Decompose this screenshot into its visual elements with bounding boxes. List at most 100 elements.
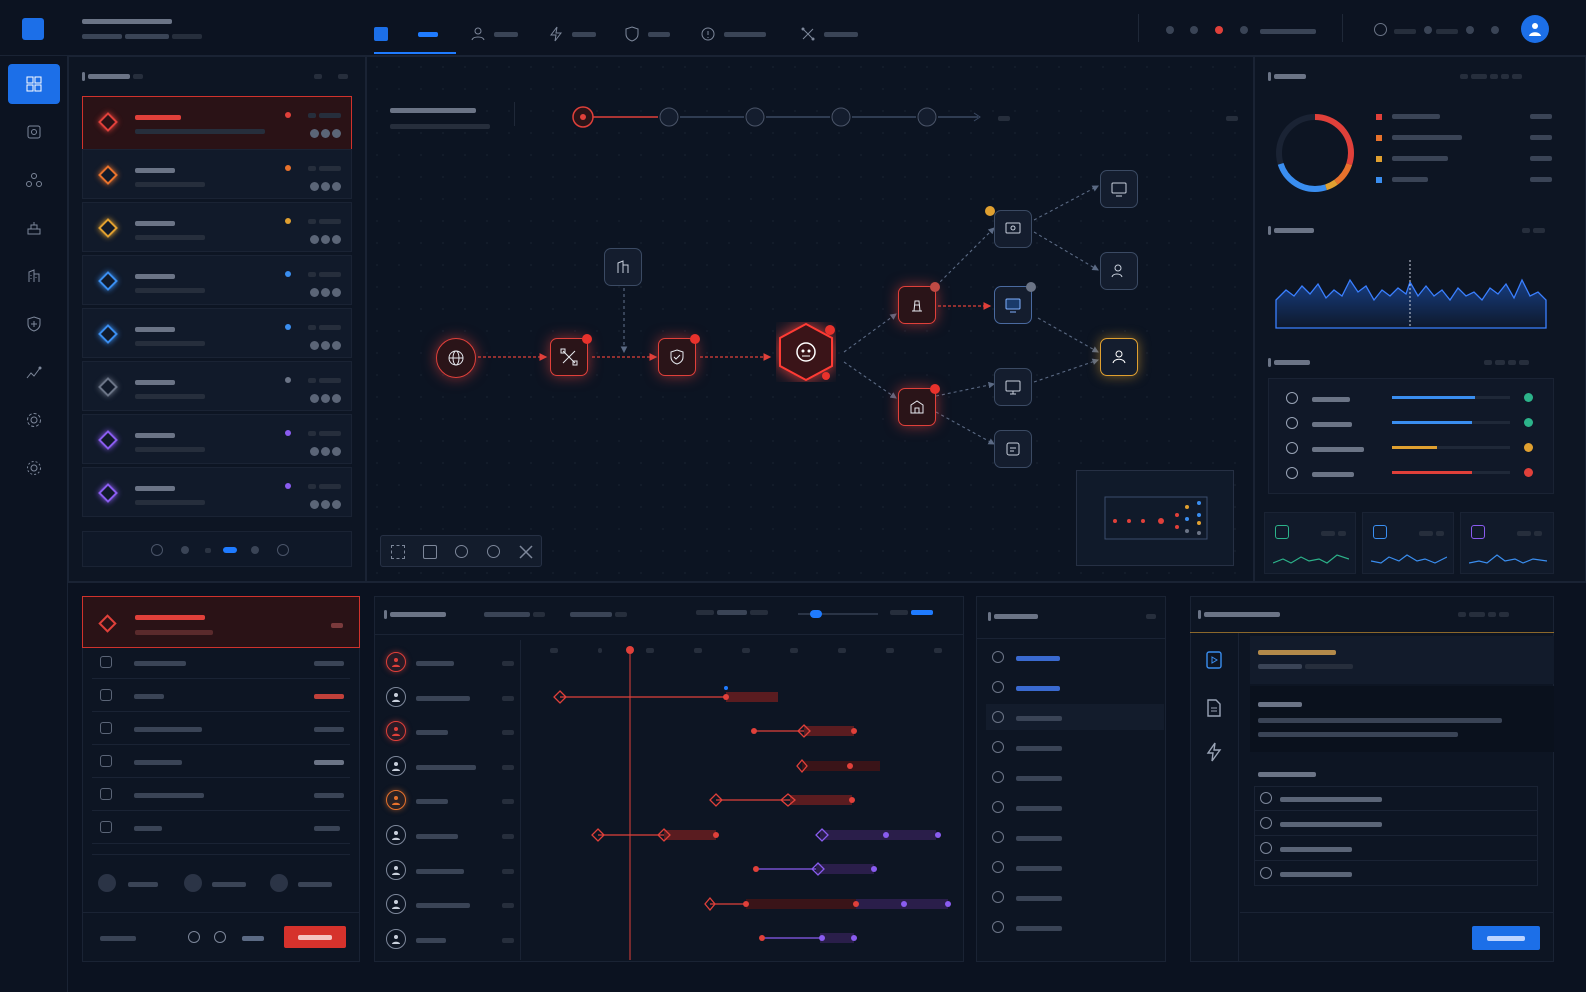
desktop-node[interactable] [994,368,1032,406]
zoom-out-icon[interactable] [455,545,468,558]
posture-menu[interactable] [1484,358,1529,368]
tab-overview[interactable] [418,14,438,54]
activity-sparkline[interactable] [1272,256,1552,332]
action-radio[interactable] [1260,792,1272,804]
endpoint-node[interactable] [985,206,1032,248]
rail-analytics[interactable] [8,352,60,392]
checklist-item[interactable] [986,794,1164,820]
checklist-item[interactable] [986,674,1164,700]
zoom-slider-thumb[interactable] [810,610,822,618]
expand-icon[interactable] [519,545,533,559]
incident-card[interactable] [82,308,352,358]
user-icon[interactable] [386,928,406,949]
rail-preferences[interactable] [8,448,60,488]
check-circle-icon[interactable] [992,891,1004,903]
rail-stack[interactable] [8,208,60,248]
timeline-tab[interactable] [484,610,545,620]
check-circle-icon[interactable] [992,801,1004,813]
activity-menu[interactable] [1522,226,1545,236]
user-node[interactable] [1100,338,1138,376]
check-circle-icon[interactable] [992,741,1004,753]
checklist-item[interactable] [986,854,1164,880]
assignee-avatar[interactable] [270,874,288,892]
incident-detail-header[interactable] [82,596,360,648]
check-circle-icon[interactable] [992,861,1004,873]
prev-page-button[interactable] [151,544,163,556]
checklist-item[interactable] [986,824,1164,850]
incident-card[interactable] [82,467,352,517]
user-icon[interactable] [386,686,406,707]
user-icon[interactable] [386,825,406,845]
assignee-avatars[interactable] [310,288,341,297]
assignee-avatars[interactable] [310,394,341,403]
assignee-avatar[interactable] [98,874,116,892]
help-icon[interactable] [1491,26,1499,34]
internet-node[interactable] [436,338,476,378]
kpi-card-endpoints[interactable] [1264,512,1356,574]
assignee-avatars[interactable] [310,235,341,244]
monitor-node[interactable] [1100,170,1138,208]
tab-topology[interactable] [800,14,858,54]
app-logo[interactable] [22,18,44,40]
bolt-icon[interactable] [1204,742,1224,762]
document-icon[interactable] [1204,698,1224,718]
page-dot[interactable] [251,546,259,554]
checklist-item[interactable] [986,914,1164,940]
fit-view-icon[interactable] [423,545,437,559]
timeline-tab[interactable] [570,610,627,620]
graph-minimap[interactable] [1076,470,1234,566]
page-dot[interactable] [205,548,211,553]
tab-events[interactable] [548,14,596,54]
tab-policies[interactable] [624,14,670,54]
server-node[interactable] [898,282,940,324]
comment-icon[interactable] [214,931,226,943]
rail-clusters[interactable] [8,160,60,200]
checklist-item[interactable] [986,884,1164,910]
run-playbook-button[interactable] [1472,926,1540,950]
action-radio[interactable] [1260,817,1272,829]
terminal-node[interactable] [994,430,1032,468]
action-radio[interactable] [1260,867,1272,879]
select-area-icon[interactable] [391,545,405,559]
contain-button[interactable] [284,926,346,948]
timeline-range-control[interactable] [696,608,768,618]
rail-assets[interactable] [8,112,60,152]
rail-reports[interactable] [8,256,60,296]
assignee-avatars[interactable] [310,341,341,350]
workspace-breadcrumb[interactable] [82,32,202,42]
user-lock-icon[interactable] [386,859,406,880]
assign-user-icon[interactable] [188,931,200,943]
kpi-card-users[interactable] [1362,512,1454,574]
assignee-avatars[interactable] [310,129,341,138]
check-circle-icon[interactable] [992,921,1004,933]
next-page-button[interactable] [277,544,289,556]
incident-card[interactable] [82,414,352,464]
timeline-view-toggle[interactable] [890,608,933,618]
response-toolbar[interactable] [1458,610,1509,620]
checklist-item[interactable] [986,734,1164,760]
assignee-avatars[interactable] [310,182,341,191]
playbook-header[interactable] [1250,636,1554,684]
assignee-avatars[interactable] [310,447,341,456]
sort-icon[interactable] [338,72,348,82]
filter-icon[interactable] [314,72,322,82]
alert-status-dot[interactable] [1215,26,1223,34]
avatar[interactable] [1521,15,1549,43]
rail-dashboard[interactable] [8,64,60,104]
workstation-node[interactable] [994,282,1036,324]
checklist-item[interactable] [986,644,1164,670]
incident-card[interactable] [82,361,352,411]
threat-actor-node[interactable] [776,322,836,382]
incident-card[interactable] [82,96,352,152]
tab-identities[interactable] [470,14,518,54]
kpi-card-alerts[interactable] [1460,512,1554,574]
firewall-node[interactable] [658,334,700,376]
tab-threats[interactable] [700,14,766,54]
playbook-icon[interactable] [1204,650,1224,670]
page-dot[interactable] [181,546,189,554]
incident-card[interactable] [82,149,352,199]
notification-icon[interactable] [1466,26,1474,34]
rail-protection[interactable] [8,304,60,344]
incident-card[interactable] [82,255,352,305]
check-circle-icon[interactable] [992,681,1004,693]
